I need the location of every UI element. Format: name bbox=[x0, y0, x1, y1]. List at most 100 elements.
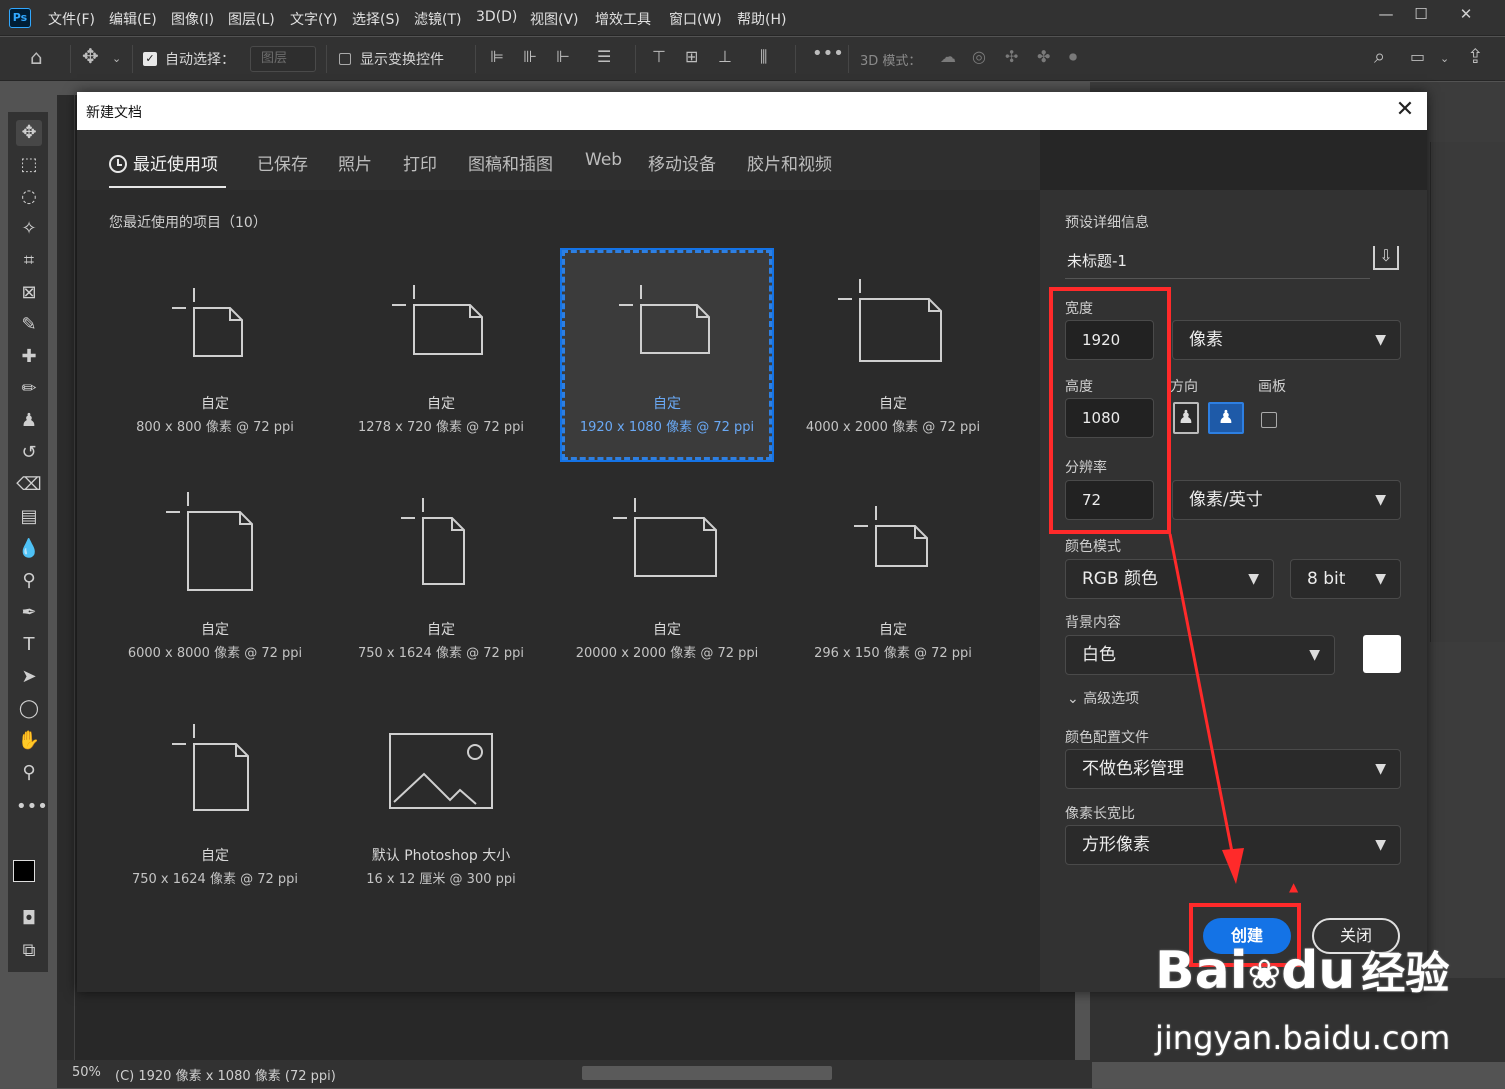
zoom-level[interactable]: 50% bbox=[72, 1065, 101, 1080]
save-preset-icon[interactable]: ⇩ bbox=[1373, 246, 1399, 270]
3d-orbit-icon[interactable]: ☁ bbox=[940, 47, 956, 66]
3d-roll-icon[interactable]: ◎ bbox=[972, 47, 986, 66]
bit-depth-select[interactable]: 8 bit ▼ bbox=[1290, 559, 1401, 599]
eraser-icon[interactable]: ⌫ bbox=[16, 472, 42, 498]
eyedropper-icon[interactable]: ✎ bbox=[16, 312, 42, 338]
tab-art-illustration[interactable]: 图稿和插图 bbox=[468, 150, 553, 175]
menu-edit[interactable]: 编辑(E) bbox=[109, 9, 157, 29]
preset-card[interactable]: 自定 20000 x 2000 像素 @ 72 ppi bbox=[562, 476, 772, 686]
chevron-down-icon: ▼ bbox=[1375, 332, 1386, 348]
dialog-close-icon[interactable]: ✕ bbox=[1391, 96, 1419, 124]
chevron-down-icon[interactable]: ⌄ bbox=[112, 52, 121, 65]
auto-select-dropdown[interactable]: 图层 bbox=[250, 46, 316, 72]
align-left-icon[interactable]: ⊫ bbox=[490, 47, 504, 66]
distribute-vertical-icon[interactable]: ⫼ bbox=[760, 47, 767, 67]
history-brush-icon[interactable]: ↺ bbox=[16, 440, 42, 466]
3d-pan-icon[interactable]: ✣ bbox=[1005, 47, 1018, 66]
3d-slide-icon[interactable]: ✤ bbox=[1037, 47, 1050, 66]
more-options-icon[interactable]: ••• bbox=[812, 43, 844, 64]
preset-card[interactable]: 自定 750 x 1624 像素 @ 72 ppi bbox=[336, 476, 546, 686]
landscape-orientation-icon[interactable]: ♟ bbox=[1208, 402, 1244, 434]
search-icon[interactable]: ⌕ bbox=[1374, 44, 1385, 68]
align-middle-icon[interactable]: ⊞ bbox=[685, 47, 698, 66]
menu-window[interactable]: 窗口(W) bbox=[669, 9, 722, 29]
preset-card[interactable]: 自定 296 x 150 像素 @ 72 ppi bbox=[788, 476, 998, 686]
distribute-icon[interactable]: ☰ bbox=[597, 47, 611, 66]
tab-saved[interactable]: 已保存 bbox=[257, 150, 308, 175]
preset-desc: 16 x 12 厘米 @ 300 ppi bbox=[366, 872, 516, 887]
tab-mobile[interactable]: 移动设备 bbox=[648, 150, 716, 175]
crop-icon[interactable]: ⌗ bbox=[16, 248, 42, 274]
magic-wand-icon[interactable]: ✧ bbox=[16, 216, 42, 242]
document-name-input[interactable]: 未标题-1 bbox=[1067, 250, 1127, 271]
menu-help[interactable]: 帮助(H) bbox=[737, 9, 786, 29]
preset-card[interactable]: 自定 800 x 800 像素 @ 72 ppi bbox=[110, 250, 320, 460]
more-tools-icon[interactable]: ••• bbox=[16, 794, 48, 820]
lasso-icon[interactable]: ◌ bbox=[16, 184, 42, 210]
preset-card[interactable]: 默认 Photoshop 大小 16 x 12 厘米 @ 300 ppi bbox=[336, 702, 546, 912]
screen-mode-icon[interactable]: ⧉ bbox=[16, 938, 42, 964]
3d-camera-icon[interactable]: ⏺ bbox=[1069, 47, 1077, 67]
path-select-icon[interactable]: ➤ bbox=[16, 664, 42, 690]
align-right-icon[interactable]: ⊩ bbox=[556, 47, 570, 66]
frame-icon[interactable]: ⊠ bbox=[16, 280, 42, 306]
window-close-button[interactable]: ✕ bbox=[1450, 2, 1482, 28]
pen-icon[interactable]: ✒ bbox=[16, 600, 42, 626]
show-transform-checkbox[interactable] bbox=[339, 53, 351, 65]
menu-plugins[interactable]: 增效工具 bbox=[595, 9, 651, 29]
preset-card[interactable]: 自定 750 x 1624 像素 @ 72 ppi bbox=[110, 702, 320, 912]
maximize-button[interactable]: ☐ bbox=[1405, 2, 1437, 28]
horizontal-scrollbar[interactable] bbox=[582, 1066, 832, 1080]
type-icon[interactable]: T bbox=[16, 632, 42, 658]
zoom-icon[interactable]: ⚲ bbox=[16, 760, 42, 786]
dodge-icon[interactable]: ⚲ bbox=[16, 568, 42, 594]
tab-recent[interactable]: 最近使用项 bbox=[109, 150, 218, 175]
workspace-icon[interactable]: ▭ bbox=[1410, 47, 1425, 66]
preset-card[interactable]: 自定 6000 x 8000 像素 @ 72 ppi bbox=[110, 476, 320, 686]
menu-file[interactable]: 文件(F) bbox=[48, 9, 95, 29]
portrait-orientation-icon[interactable]: ♟ bbox=[1173, 402, 1199, 434]
advanced-options-toggle[interactable]: ⌄ 高级选项 bbox=[1067, 688, 1139, 708]
hand-icon[interactable]: ✋ bbox=[16, 728, 42, 754]
align-top-icon[interactable]: ⊤ bbox=[652, 47, 666, 66]
width-unit-select[interactable]: 像素 ▼ bbox=[1172, 320, 1401, 360]
clock-icon bbox=[109, 155, 127, 173]
auto-select-checkbox[interactable]: ✓ bbox=[143, 52, 157, 66]
healing-brush-icon[interactable]: ✚ bbox=[16, 344, 42, 370]
ellipse-icon[interactable]: ◯ bbox=[16, 696, 42, 722]
menu-select[interactable]: 选择(S) bbox=[352, 9, 400, 29]
quick-mask-icon[interactable]: ◘ bbox=[16, 906, 42, 932]
stamp-icon[interactable]: ♟ bbox=[16, 408, 42, 434]
tab-film-video[interactable]: 胶片和视频 bbox=[747, 150, 832, 175]
menu-image[interactable]: 图像(I) bbox=[171, 9, 214, 29]
tab-print[interactable]: 打印 bbox=[403, 150, 437, 175]
menu-type[interactable]: 文字(Y) bbox=[290, 9, 337, 29]
move-icon[interactable]: ✥ bbox=[16, 120, 42, 146]
tab-web[interactable]: Web bbox=[585, 150, 622, 170]
share-icon[interactable]: ⇪ bbox=[1467, 44, 1484, 68]
marquee-icon[interactable]: ⬚ bbox=[16, 152, 42, 178]
home-icon[interactable]: ⌂ bbox=[30, 45, 43, 69]
align-bottom-icon[interactable]: ⊥ bbox=[718, 47, 732, 66]
workspace-chevron-icon[interactable]: ⌄ bbox=[1440, 52, 1449, 65]
menu-3d[interactable]: 3D(D) bbox=[476, 9, 517, 25]
menu-view[interactable]: 视图(V) bbox=[530, 9, 579, 29]
brush-icon[interactable]: ✏ bbox=[16, 376, 42, 402]
gradient-icon[interactable]: ▤ bbox=[16, 504, 42, 530]
menu-layer[interactable]: 图层(L) bbox=[228, 9, 275, 29]
preset-card[interactable]: 自定 1278 x 720 像素 @ 72 ppi bbox=[336, 250, 546, 460]
minimize-button[interactable]: — bbox=[1370, 2, 1402, 28]
tab-photo[interactable]: 照片 bbox=[338, 150, 372, 175]
blur-icon[interactable]: 💧 bbox=[16, 536, 42, 562]
align-center-icon[interactable]: ⊪ bbox=[523, 47, 537, 66]
move-tool-icon[interactable]: ✥ bbox=[82, 44, 99, 68]
foreground-color-swatch[interactable] bbox=[13, 860, 35, 882]
annotation-arrow bbox=[1168, 533, 1244, 884]
preset-card[interactable]: 自定 4000 x 2000 像素 @ 72 ppi bbox=[788, 250, 998, 460]
resolution-unit-select[interactable]: 像素/英寸 ▼ bbox=[1172, 480, 1401, 520]
menu-filter[interactable]: 滤镜(T) bbox=[414, 9, 461, 29]
preset-card-selected[interactable]: 自定 1920 x 1080 像素 @ 72 ppi bbox=[560, 248, 774, 462]
background-color-swatch[interactable] bbox=[1363, 635, 1401, 673]
artboard-checkbox[interactable] bbox=[1261, 412, 1277, 428]
tools-panel: ✥ ⬚ ◌ ✧ ⌗ ⊠ ✎ ✚ ✏ ♟ ↺ ⌫ ▤ 💧 ⚲ ✒ T ➤ ◯ ✋ … bbox=[8, 112, 48, 972]
